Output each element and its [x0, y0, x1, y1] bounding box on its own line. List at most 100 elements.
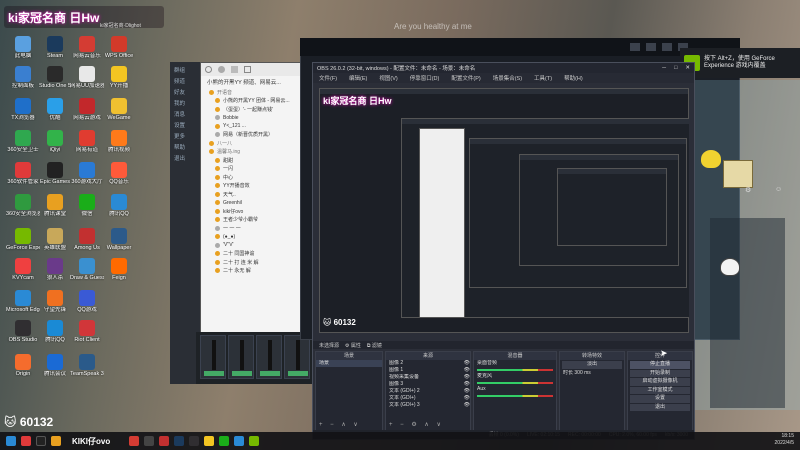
desktop-icon[interactable]: OBS Studio — [6, 320, 40, 343]
yy-side-item[interactable]: 设置 — [170, 121, 200, 132]
system-clock[interactable]: 18:15 2022/4/5 — [775, 433, 794, 447]
eye-icon[interactable]: 👁 — [464, 388, 470, 395]
control-button[interactable]: 停止直播 — [630, 361, 690, 369]
list-item[interactable]: 一 一 一 — [201, 224, 309, 233]
fader-channel[interactable] — [284, 335, 310, 379]
taskbar-app-icon[interactable] — [159, 436, 170, 446]
maximize-icon[interactable]: □ — [674, 65, 677, 71]
control-button[interactable]: 设置 — [630, 395, 690, 403]
desktop-icon[interactable]: Among Us — [70, 228, 104, 251]
volume-meter[interactable] — [477, 369, 553, 371]
eye-icon[interactable]: 👁 — [464, 402, 470, 409]
desktop-icon[interactable]: Feign — [102, 258, 136, 281]
toolbar-icon[interactable] — [646, 43, 656, 51]
desktop-icon[interactable]: 腾讯视频 — [102, 130, 136, 153]
desktop-icon[interactable]: 英雄联盟 — [38, 228, 72, 251]
steam-icon[interactable] — [174, 436, 185, 446]
eye-icon[interactable]: 👁 — [464, 367, 470, 374]
tiktok-icon[interactable] — [36, 436, 46, 446]
transition-select[interactable]: 淡出 — [562, 361, 622, 369]
filters-button[interactable]: ⧉ 滤镜 — [367, 342, 382, 349]
yy-side-item[interactable]: 更多 — [170, 132, 200, 143]
location-icon[interactable] — [231, 66, 238, 73]
list-item[interactable]: Y<_121 ... — [201, 122, 309, 131]
desktop-icon[interactable]: GeForce Experience — [6, 228, 40, 251]
grid-icon[interactable] — [244, 66, 251, 73]
yy-side-item[interactable]: 我的 — [170, 99, 200, 110]
desktop-icon[interactable]: 此电脑 — [6, 36, 40, 59]
desktop-icon[interactable]: Wallpaper — [102, 228, 136, 251]
source-item[interactable]: 图像 3 👁 — [386, 381, 470, 388]
toolbar-icon[interactable] — [662, 43, 672, 51]
list-item[interactable]: YY开播音效 — [201, 182, 309, 191]
desktop-icon[interactable]: QQ音乐 — [102, 162, 136, 185]
source-item[interactable]: 文本 (GDI+) 👁 — [386, 395, 470, 402]
yy-side-item[interactable]: 帮助 — [170, 143, 200, 154]
list-item[interactable]: Greenhil — [201, 199, 309, 208]
list-item[interactable]: 二十 打 连 米 解 — [201, 258, 309, 267]
settings-icon[interactable]: ⚙ — [745, 186, 751, 194]
fader-channel[interactable] — [200, 335, 226, 379]
list-item[interactable]: 甜甜 — [201, 156, 309, 165]
list-item[interactable]: 'V''V' — [201, 241, 309, 250]
obs-icon[interactable] — [189, 436, 200, 446]
minimize-icon[interactable]: ─ — [662, 65, 666, 71]
transition-duration[interactable]: 时长 300 ms — [560, 370, 624, 377]
desktop-icon[interactable]: KVYcam — [6, 258, 40, 281]
toolbar-icon[interactable] — [630, 43, 640, 51]
source-item[interactable]: 图像 1 👁 — [386, 367, 470, 374]
list-item[interactable]: 王者少爷小霸爷 — [201, 216, 309, 225]
desktop-icon[interactable]: 360游戏大厅 — [70, 162, 104, 185]
fader-channel[interactable] — [256, 335, 282, 379]
taskbar-app-icon[interactable] — [21, 436, 31, 446]
scene-controls[interactable]: + − ∧ ∨ — [319, 421, 361, 428]
menu-item[interactable]: 工具(T) — [534, 74, 552, 82]
eye-icon[interactable]: 👁 — [464, 381, 470, 388]
list-item[interactable]: Bobbie — [201, 114, 309, 123]
control-button[interactable]: 退出 — [630, 403, 690, 411]
list-item[interactable]: 一闪 — [201, 165, 309, 174]
geforce-toast[interactable]: 按下 Alt+Z，使用 GeForce Experience 游戏内覆盖 — [680, 48, 800, 78]
desktop-icon[interactable]: Draw & Guess — [70, 258, 104, 281]
desktop-icon[interactable]: 网易云游戏 — [70, 98, 104, 121]
source-item[interactable]: 文本 (GDI+) 2 👁 — [386, 388, 470, 395]
desktop-icon[interactable]: 360安全浏览器 — [6, 194, 40, 217]
control-button[interactable]: 启动虚拟摄像机 — [630, 378, 690, 386]
start-icon[interactable] — [6, 436, 16, 446]
user-icon[interactable] — [218, 66, 225, 73]
list-item[interactable]: 小熊的开黑YY 团体 - 网易云... — [201, 97, 309, 106]
source-item[interactable]: 文本 (GDI+) 3 👁 — [386, 402, 470, 409]
desktop-icon[interactable]: Microsoft Edge — [6, 290, 40, 313]
desktop-icon[interactable]: 守望先锋 — [38, 290, 72, 313]
yy-side-item[interactable]: 退出 — [170, 154, 200, 165]
settings-icon[interactable] — [205, 66, 212, 73]
list-item[interactable]: 二十 永无 解 — [201, 267, 309, 276]
desktop-icon[interactable]: WPS Office — [102, 36, 136, 59]
desktop-icon[interactable]: 360软件管家 — [6, 162, 40, 185]
desktop-icon[interactable]: 微信 — [70, 194, 104, 217]
desktop-icon[interactable]: iQiyi — [38, 130, 72, 153]
control-button[interactable]: 工作室模式 — [630, 386, 690, 394]
menu-item[interactable]: 帮助(H) — [564, 74, 583, 82]
yy-icon[interactable] — [204, 436, 215, 446]
source-item[interactable]: 图像 2 👁 — [386, 360, 470, 367]
emoji-icon[interactable]: ☺ — [775, 186, 782, 193]
desktop-icon[interactable]: Epic Games — [38, 162, 72, 185]
eye-icon[interactable]: 👁 — [464, 374, 470, 381]
desktop-icon[interactable]: 腾讯会议 — [38, 354, 72, 377]
menu-item[interactable]: 停靠窗口(D) — [410, 74, 440, 82]
geforce-icon[interactable] — [249, 436, 260, 446]
desktop-icon[interactable]: 狼人杀 — [38, 258, 72, 281]
menu-item[interactable]: 场景集合(S) — [493, 74, 522, 82]
desktop-icon[interactable]: Riot Client — [70, 320, 104, 343]
wechat-icon[interactable] — [219, 436, 230, 446]
list-item[interactable]: kiki仔ovo — [201, 207, 309, 216]
menu-item[interactable]: 编辑(E) — [349, 74, 367, 82]
taskbar-app-icon[interactable] — [144, 436, 155, 446]
list-item[interactable]: 中心 — [201, 173, 309, 182]
scene-item[interactable]: 场景 — [316, 360, 382, 367]
desktop-icon[interactable]: TeamSpeak 3 — [70, 354, 104, 377]
menu-item[interactable]: 文件(F) — [319, 74, 337, 82]
list-item[interactable]: （蛋蛋）'- 一起赚点钱' — [201, 105, 309, 114]
menu-item[interactable]: 视图(V) — [379, 74, 397, 82]
